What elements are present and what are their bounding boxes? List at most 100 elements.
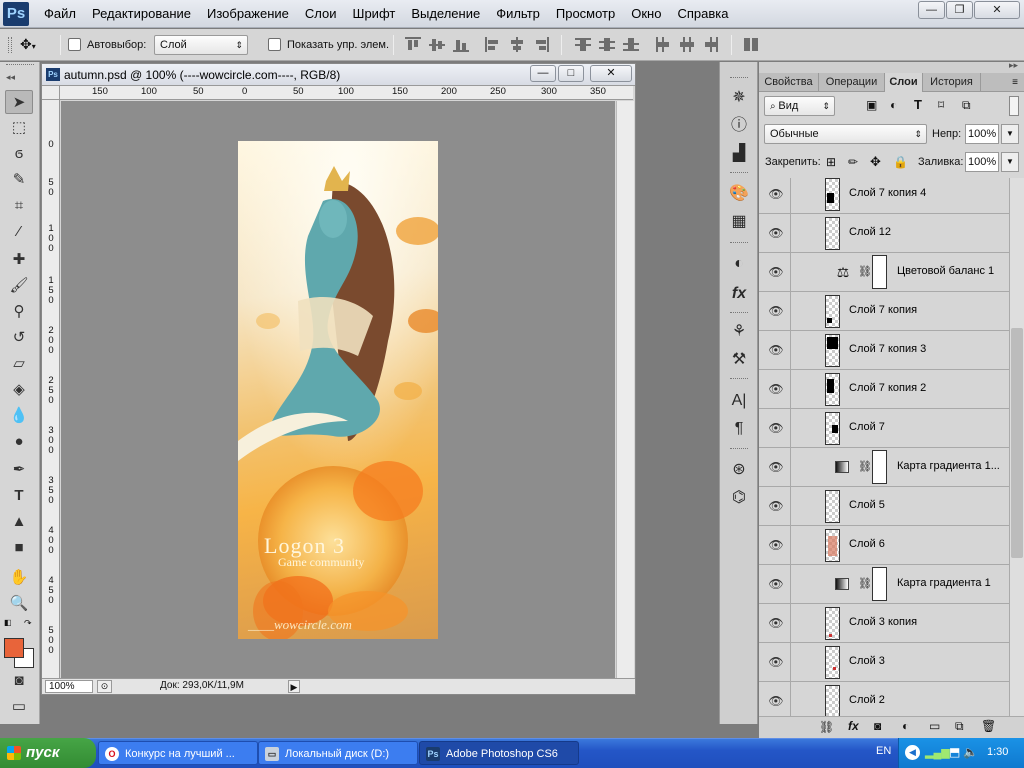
- distribute-bottom-icon[interactable]: [623, 37, 639, 52]
- layer-row[interactable]: 👁 Слой 7 копия 4: [759, 178, 1009, 214]
- doc-restore-button[interactable]: □: [558, 65, 584, 82]
- align-bottom-icon[interactable]: [453, 37, 469, 52]
- auto-select-dropdown[interactable]: Слой ⇕: [154, 35, 248, 55]
- tray-app-icon[interactable]: ⬒: [949, 745, 960, 759]
- hand-tool-icon[interactable]: ✋: [5, 566, 33, 590]
- clone-stamp-tool-icon[interactable]: ⚲: [5, 300, 33, 324]
- tab-properties[interactable]: Свойства: [759, 73, 819, 92]
- document-vertical-scrollbar[interactable]: [616, 101, 634, 678]
- distribute-hcenter-icon[interactable]: [679, 37, 695, 52]
- tray-expand-icon[interactable]: ◀: [905, 745, 920, 760]
- quick-mask-icon[interactable]: ◙: [5, 669, 33, 693]
- volume-icon[interactable]: 🔈: [963, 745, 978, 759]
- visibility-eye-icon[interactable]: 👁: [767, 421, 785, 435]
- move-tool-icon[interactable]: ➤: [5, 90, 33, 114]
- blur-tool-icon[interactable]: 💧: [5, 404, 33, 428]
- visibility-eye-icon[interactable]: 👁: [767, 382, 785, 396]
- layer-thumbnail[interactable]: [825, 178, 840, 211]
- align-vcenter-icon[interactable]: [429, 37, 445, 52]
- layer-thumbnail[interactable]: [825, 334, 840, 367]
- menu-layers[interactable]: Слои: [305, 6, 337, 21]
- layer-mask-thumbnail[interactable]: [872, 255, 887, 289]
- quick-select-tool-icon[interactable]: ✎: [5, 168, 33, 192]
- artwork-canvas[interactable]: Logon 3 Game community ____wowcircle.com: [238, 141, 438, 639]
- fill-dropdown-icon[interactable]: ▼: [1001, 152, 1019, 172]
- add-mask-icon[interactable]: ◙: [874, 719, 881, 733]
- layer-row[interactable]: 👁 ⚖ ⛓ Цветовой баланс 1: [759, 253, 1009, 292]
- dodge-tool-icon[interactable]: ●: [5, 430, 33, 454]
- distribute-top-icon[interactable]: [575, 37, 591, 52]
- character-icon[interactable]: A|: [727, 389, 751, 413]
- paragraph-icon[interactable]: ¶: [727, 417, 751, 441]
- info-icon[interactable]: ⓘ: [727, 114, 751, 138]
- menu-select[interactable]: Выделение: [411, 6, 480, 21]
- new-adjustment-icon[interactable]: ◐: [902, 719, 909, 733]
- auto-select-checkbox[interactable]: [68, 38, 81, 51]
- new-group-icon[interactable]: ▭: [929, 719, 940, 733]
- visibility-eye-icon[interactable]: 👁: [767, 460, 785, 474]
- pen-tool-icon[interactable]: ✒: [5, 458, 33, 482]
- layer-row[interactable]: 👁 Слой 7 копия: [759, 292, 1009, 331]
- tab-history[interactable]: История: [923, 73, 981, 92]
- vertical-ruler[interactable]: 0 5 0 1 0 0 1 5 0 2 0 0 2 5 0 3 0 0 3 5 …: [42, 100, 60, 678]
- align-left-icon[interactable]: [485, 37, 501, 52]
- layer-row[interactable]: 👁 Слой 12: [759, 214, 1009, 253]
- layer-row[interactable]: 👁 Слой 3: [759, 643, 1009, 682]
- app-restore-button[interactable]: ❐: [946, 1, 973, 19]
- layer-row[interactable]: 👁 ⛓ Карта градиента 1...: [759, 448, 1009, 487]
- layer-row[interactable]: 👁 Слой 3 копия: [759, 604, 1009, 643]
- align-right-icon[interactable]: [533, 37, 549, 52]
- path-select-tool-icon[interactable]: ▲: [5, 510, 33, 534]
- opacity-input[interactable]: 100%: [965, 124, 999, 144]
- visibility-eye-icon[interactable]: 👁: [767, 655, 785, 669]
- screen-mode-icon[interactable]: ▭: [5, 695, 33, 719]
- brush-tool-icon[interactable]: 🖌: [5, 274, 33, 298]
- menu-window[interactable]: Окно: [631, 6, 661, 21]
- network-signal-icon[interactable]: ▂▄▆: [925, 746, 950, 759]
- taskbar-item-explorer[interactable]: ▭ Локальный диск (D:): [258, 741, 418, 765]
- layer-row[interactable]: 👁 Слой 7: [759, 409, 1009, 448]
- document-title-bar[interactable]: Ps autumn.psd @ 100% (----wowcircle.com-…: [42, 64, 635, 86]
- menu-edit[interactable]: Редактирование: [92, 6, 191, 21]
- visibility-eye-icon[interactable]: 👁: [767, 577, 785, 591]
- color-palette-icon[interactable]: 🎨: [727, 182, 751, 206]
- delete-layer-icon[interactable]: 🗑: [981, 719, 996, 733]
- app-minimize-button[interactable]: —: [918, 1, 945, 19]
- visibility-eye-icon[interactable]: 👁: [767, 304, 785, 318]
- layer-thumbnail[interactable]: [825, 295, 840, 328]
- crop-tool-icon[interactable]: ⌗: [5, 194, 33, 218]
- auto-align-icon[interactable]: [743, 37, 759, 52]
- tab-actions[interactable]: Операции: [819, 73, 885, 92]
- tab-layers[interactable]: Слои: [885, 73, 923, 92]
- align-hcenter-icon[interactable]: [509, 37, 525, 52]
- doc-minimize-button[interactable]: —: [530, 65, 556, 82]
- eyedropper-tool-icon[interactable]: ⁄: [5, 220, 33, 244]
- lock-transparency-icon[interactable]: ⊞: [826, 155, 836, 169]
- menu-view[interactable]: Просмотр: [556, 6, 615, 21]
- layer-thumbnail[interactable]: [825, 529, 840, 562]
- ruler-origin[interactable]: [42, 86, 60, 100]
- visibility-eye-icon[interactable]: 👁: [767, 343, 785, 357]
- healing-brush-tool-icon[interactable]: ✚: [5, 248, 33, 272]
- layer-mask-thumbnail[interactable]: [872, 450, 887, 484]
- histogram-icon[interactable]: ▟: [727, 142, 751, 166]
- swatches-icon[interactable]: ▦: [727, 210, 751, 234]
- layer-row[interactable]: 👁 ⛓ Карта градиента 1: [759, 565, 1009, 604]
- mask-link-icon[interactable]: ⛓: [858, 265, 872, 278]
- paint-bucket-tool-icon[interactable]: ◈: [5, 378, 33, 402]
- filter-smart-object-icon[interactable]: ⧉: [962, 98, 971, 113]
- tools-collapse-icon[interactable]: ◂◂: [6, 72, 15, 83]
- tool-presets-icon[interactable]: ⚒: [727, 348, 751, 372]
- filter-pixel-icon[interactable]: ▣: [866, 98, 877, 112]
- layer-row[interactable]: 👁 Слой 2: [759, 682, 1009, 716]
- status-menu-icon[interactable]: ⊙: [97, 680, 112, 693]
- filter-type-icon[interactable]: T: [914, 97, 922, 112]
- default-colors-icon[interactable]: ◧: [4, 618, 12, 627]
- start-button[interactable]: пуск: [0, 738, 96, 768]
- menu-image[interactable]: Изображение: [207, 6, 289, 21]
- type-tool-icon[interactable]: T: [5, 484, 33, 508]
- move-tool-preset-icon[interactable]: ✥▾: [20, 36, 36, 53]
- visibility-eye-icon[interactable]: 👁: [767, 616, 785, 630]
- layers-scrollbar[interactable]: [1009, 178, 1024, 716]
- filter-shape-icon[interactable]: ⌑: [938, 98, 944, 112]
